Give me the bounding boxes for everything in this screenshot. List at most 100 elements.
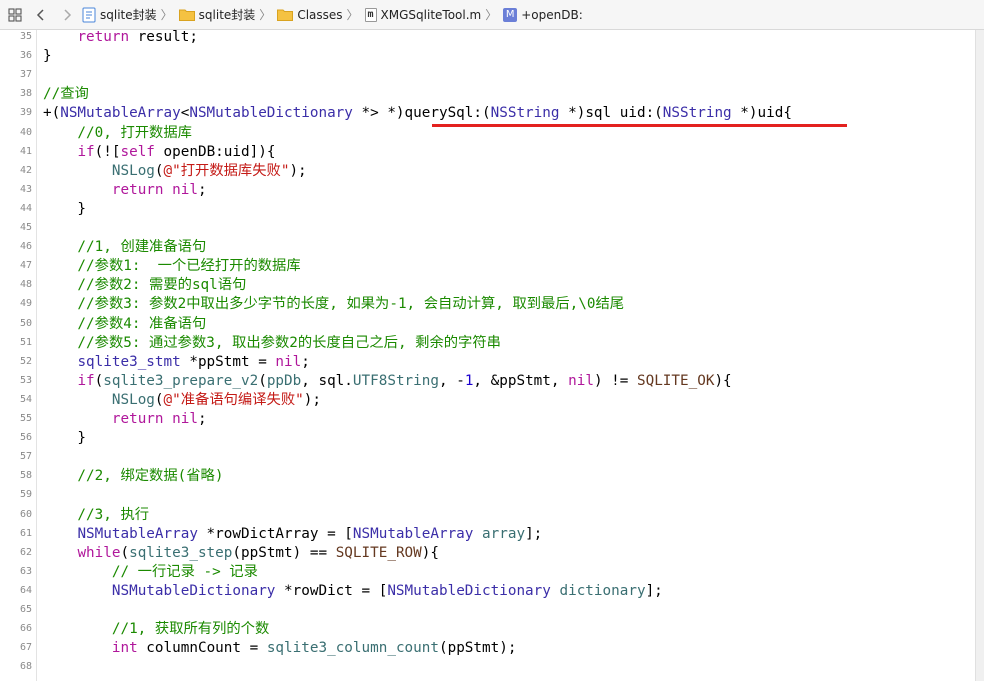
line-number: 42 — [19, 164, 32, 176]
code-token: ) != — [593, 372, 637, 389]
code-line[interactable]: 53 if(sqlite3_prepare_v2(ppDb, sql.UTF8S… — [0, 372, 976, 391]
code-token: self — [120, 143, 155, 160]
code-token: NSMutableDictionary — [189, 105, 353, 122]
code-token: SQLITE_ROW — [335, 544, 422, 561]
code-token: ); — [289, 162, 307, 179]
code-token: NSMutableDictionary — [111, 582, 276, 599]
code-token: ( — [94, 372, 104, 389]
code-line[interactable]: 39 +(NSMutableArray<NSMutableDictionary *… — [0, 104, 976, 123]
code-line[interactable]: 49 //参数3: 参数2中取出多少字节的长度, 如果为-1, 会自动计算, 取… — [0, 295, 976, 314]
code-line[interactable]: 51 //参数5: 通过参数3, 取出参数2的长度自己之后, 剩余的字符串 — [0, 334, 976, 353]
chevron-right-icon: 〉 — [346, 8, 359, 22]
line-number: 41 — [19, 145, 32, 157]
code-line[interactable]: 59 — [0, 486, 976, 505]
code-token: //参数1: 一个已经打开的数据库 — [43, 258, 301, 275]
breadcrumb-method[interactable]: M +openDB: — [503, 7, 583, 22]
code-text: if(sqlite3_prepare_v2(ppDb, sql.UTF8Stri… — [43, 372, 731, 391]
code-line[interactable]: 66 //1, 获取所有列的个数 — [0, 620, 976, 639]
code-line[interactable]: 46 //1, 创建准备语句 — [0, 238, 976, 257]
chevron-right-icon: 〉 — [485, 8, 498, 22]
code-token: ]; — [645, 582, 663, 599]
code-token: sqlite3_column_count — [266, 640, 439, 657]
related-items-icon[interactable] — [4, 4, 26, 26]
code-line[interactable]: 60 //3, 执行 — [0, 506, 976, 525]
code-token: ); — [303, 391, 321, 408]
code-text: //参数1: 一个已经打开的数据库 — [43, 257, 301, 276]
code-line[interactable]: 45 — [0, 219, 976, 238]
code-token: int — [111, 640, 138, 657]
code-token: , &ppStmt, — [473, 372, 569, 389]
code-line[interactable]: 64 NSMutableDictionary *rowDict = [NSMut… — [0, 582, 976, 601]
m-file-icon: m — [364, 7, 377, 22]
code-text: //1, 获取所有列的个数 — [43, 620, 269, 639]
code-line[interactable]: 63 // 一行记录 -> 记录 — [0, 563, 976, 582]
forward-button[interactable] — [56, 4, 78, 26]
folder-icon — [277, 8, 294, 21]
vertical-scrollbar[interactable] — [975, 30, 984, 681]
breadcrumb-classes[interactable]: Classes — [277, 8, 343, 22]
code-line[interactable]: 67 int columnCount = sqlite3_column_coun… — [0, 639, 976, 658]
code-line[interactable]: 55 return nil; — [0, 410, 976, 429]
chevron-right-icon: 〉 — [259, 8, 272, 22]
code-line[interactable]: 35 return result; — [0, 30, 976, 47]
code-token: *)sql uid:( — [559, 105, 663, 122]
code-token: return — [111, 411, 164, 427]
code-line[interactable]: 61 NSMutableArray *rowDictArray = [NSMut… — [0, 525, 976, 544]
line-number: 40 — [19, 126, 32, 138]
code-line[interactable]: 43 return nil; — [0, 181, 976, 200]
code-line[interactable]: 68 — [0, 658, 976, 677]
code-line[interactable]: 62 while(sqlite3_step(ppStmt) == SQLITE_… — [0, 544, 976, 563]
code-token: if — [77, 143, 95, 160]
chevron-right-icon: 〉 — [160, 8, 173, 22]
code-token: +( — [43, 105, 61, 122]
back-button[interactable] — [30, 4, 52, 26]
code-token: nil — [275, 353, 302, 370]
breadcrumb-group[interactable]: sqlite封装 — [178, 6, 255, 23]
breadcrumb-project[interactable]: sqlite封装 — [82, 6, 157, 23]
code-token: sqlite3_step — [129, 544, 233, 561]
code-line[interactable]: 57 — [0, 448, 976, 467]
line-number: 63 — [19, 565, 32, 577]
code-token: (![ — [94, 143, 121, 160]
folder-icon — [178, 8, 195, 21]
code-text: int columnCount = sqlite3_column_count(p… — [43, 639, 517, 658]
project-icon — [82, 7, 96, 23]
code-text: return nil; — [43, 410, 207, 429]
line-number: 55 — [19, 413, 32, 424]
line-number: 38 — [19, 88, 32, 100]
code-line[interactable]: 58 //2, 绑定数据(省略) — [0, 467, 976, 486]
code-token: // 一行记录 -> 记录 — [43, 563, 258, 580]
line-number: 64 — [19, 584, 32, 596]
code-token: //参数4: 准备语句 — [43, 315, 207, 332]
line-number: 52 — [19, 355, 32, 367]
code-line[interactable]: 38 //查询 — [0, 85, 976, 104]
code-line[interactable]: 42 NSLog(@"打开数据库失败"); — [0, 162, 976, 181]
code-line[interactable]: 54 NSLog(@"准备语句编译失败"); — [0, 391, 976, 410]
code-line[interactable]: 41 if(![self openDB:uid]){ — [0, 143, 976, 162]
code-line[interactable]: 48 //参数2: 需要的sql语句 — [0, 276, 976, 295]
code-line[interactable]: 65 — [0, 601, 976, 620]
breadcrumb-file[interactable]: m XMGSqliteTool.m — [364, 7, 481, 22]
code-line[interactable]: 37 — [0, 66, 976, 85]
code-token: , - — [438, 372, 465, 389]
code-token: //1, 获取所有列的个数 — [43, 621, 270, 638]
code-line[interactable]: 56 } — [0, 429, 976, 448]
code-editor[interactable]: 35 return result; 36} 37 38 //查询 39 +(NSMutabl… — [0, 30, 976, 681]
code-line[interactable]: 36} — [0, 47, 976, 66]
code-line[interactable]: 50 //参数4: 准备语句 — [0, 315, 976, 334]
code-line[interactable]: 47 //参数1: 一个已经打开的数据库 — [0, 257, 976, 276]
code-line[interactable]: 52 sqlite3_stmt *ppStmt = nil; — [0, 353, 976, 372]
code-token: return — [111, 181, 164, 198]
code-text: //参数5: 通过参数3, 取出参数2的长度自己之后, 剩余的字符串 — [43, 334, 501, 353]
code-text: //查询 — [43, 85, 89, 104]
code-line[interactable]: 44 } — [0, 200, 976, 219]
code-token: while — [77, 544, 121, 561]
line-number: 56 — [19, 432, 32, 444]
